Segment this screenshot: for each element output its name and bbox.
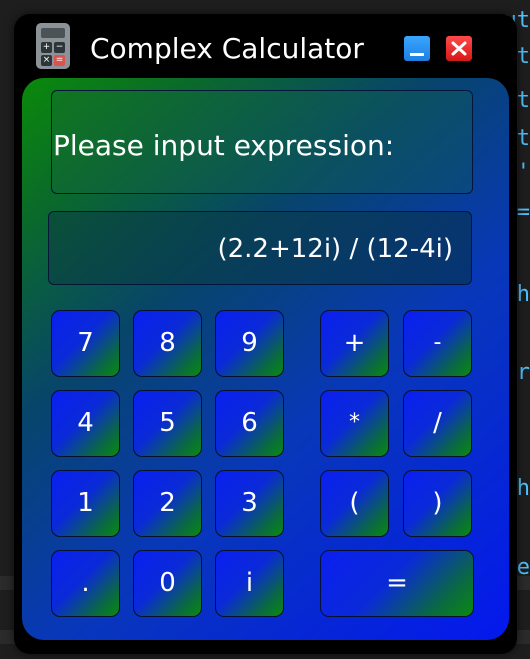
expression-text: (2.2+12i) / (12-4i) xyxy=(217,234,453,264)
key-0[interactable]: 0 xyxy=(133,550,202,617)
key-7[interactable]: 7 xyxy=(51,310,120,377)
calculator-icon: + − × = xyxy=(36,23,70,69)
key-imaginary[interactable]: i xyxy=(215,550,284,617)
key-decimal[interactable]: . xyxy=(51,550,120,617)
title-bar[interactable]: + − × = Complex Calculator xyxy=(14,14,517,78)
key-left-paren[interactable]: ( xyxy=(320,470,389,537)
key-9[interactable]: 9 xyxy=(215,310,284,377)
key-right-paren[interactable]: ) xyxy=(403,470,472,537)
key-5[interactable]: 5 xyxy=(133,390,202,457)
calculator-window: + − × = Complex Calculator Please input … xyxy=(14,14,517,654)
key-plus[interactable]: + xyxy=(320,310,389,377)
key-divide[interactable]: / xyxy=(403,390,472,457)
key-1[interactable]: 1 xyxy=(51,470,120,537)
key-equals[interactable]: = xyxy=(320,550,474,617)
minimize-button[interactable] xyxy=(404,36,430,61)
key-3[interactable]: 3 xyxy=(215,470,284,537)
expression-display[interactable]: (2.2+12i) / (12-4i) xyxy=(48,211,472,285)
key-minus[interactable]: - xyxy=(403,310,472,377)
prompt-display: Please input expression: xyxy=(51,90,473,194)
close-icon xyxy=(451,41,467,56)
key-4[interactable]: 4 xyxy=(51,390,120,457)
key-6[interactable]: 6 xyxy=(215,390,284,457)
key-multiply[interactable]: * xyxy=(320,390,389,457)
window-title: Complex Calculator xyxy=(90,32,364,65)
key-2[interactable]: 2 xyxy=(133,470,202,537)
minimize-icon xyxy=(410,53,424,56)
prompt-text: Please input expression: xyxy=(53,129,395,162)
close-button[interactable] xyxy=(446,36,472,61)
key-8[interactable]: 8 xyxy=(133,310,202,377)
calculator-panel: Please input expression: (2.2+12i) / (12… xyxy=(22,78,509,640)
